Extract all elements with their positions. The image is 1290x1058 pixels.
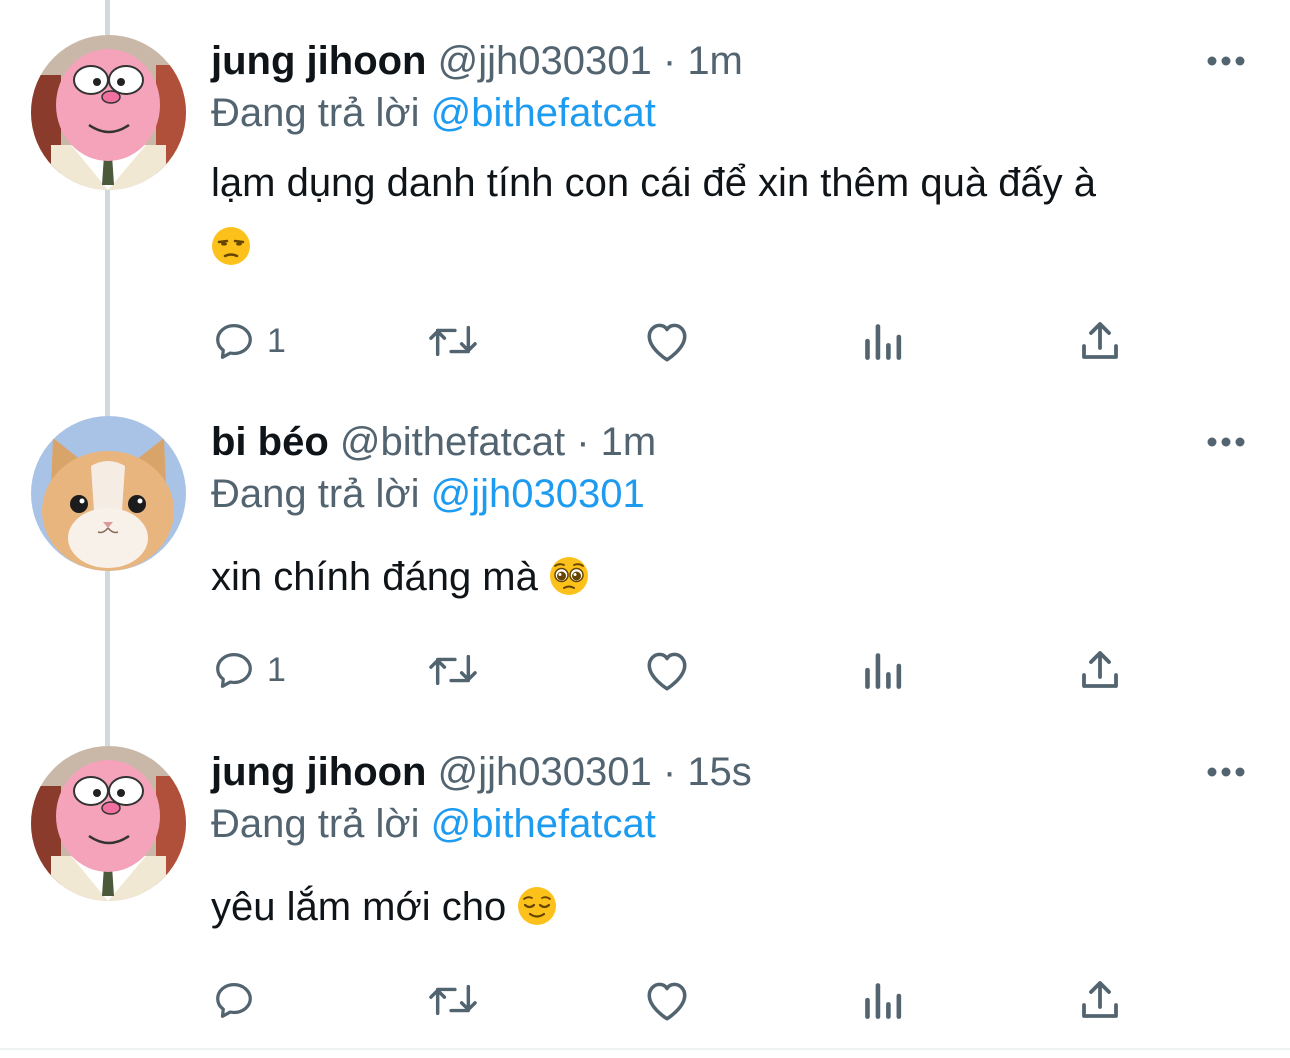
tweet-actions: 1 xyxy=(211,642,1171,698)
retweet-icon xyxy=(429,984,477,1016)
views-button[interactable] xyxy=(863,972,905,1028)
relieved-face-icon xyxy=(517,886,557,926)
reply-button[interactable] xyxy=(211,972,267,1028)
tweet-text-line: yêu lắm mới cho xyxy=(211,885,507,929)
display-name[interactable]: jung jihoon xyxy=(211,750,427,794)
handle[interactable]: @jjh030301 xyxy=(438,39,652,83)
views-icon xyxy=(865,653,902,689)
retweet-button[interactable] xyxy=(425,313,481,369)
like-icon xyxy=(647,652,687,691)
views-icon xyxy=(865,324,902,360)
replying-to-label: Đang trả lời xyxy=(211,802,420,846)
tweet-actions xyxy=(211,972,1171,1028)
tweet-text: lạm dụng danh tính con cái để xin thêm q… xyxy=(211,151,1221,279)
replying-to: Đang trả lời @bithefatcat xyxy=(211,89,656,137)
like-button[interactable] xyxy=(642,972,692,1028)
timestamp[interactable]: 1m xyxy=(601,420,657,464)
reply-button[interactable]: 1 xyxy=(211,313,286,369)
separator: · xyxy=(662,750,677,794)
replying-to: Đang trả lời @bithefatcat xyxy=(211,800,656,848)
tweet-header: bi béo @bithefatcat · 1m xyxy=(211,418,656,466)
share-icon xyxy=(1082,651,1118,688)
views-icon xyxy=(865,983,902,1019)
mention-link[interactable]: @bithefatcat xyxy=(431,91,656,135)
share-button[interactable] xyxy=(1078,642,1122,698)
views-button[interactable] xyxy=(863,313,905,369)
pink-cartoon-avatar-image xyxy=(31,746,186,901)
separator: · xyxy=(576,420,590,464)
replying-to: Đang trả lời @jjh030301 xyxy=(211,470,645,518)
retweet-icon xyxy=(429,654,477,686)
reply-button[interactable]: 1 xyxy=(211,642,286,698)
tweet[interactable]: jung jihoon @jjh030301 · 15s Đang trả lờ… xyxy=(0,730,1290,1050)
tweet-actions: 1 xyxy=(211,313,1171,369)
timestamp[interactable]: 15s xyxy=(687,750,752,794)
avatar[interactable] xyxy=(31,35,186,190)
share-icon xyxy=(1082,322,1118,359)
tweet-text-line-2 xyxy=(211,215,1221,279)
reply-count: 1 xyxy=(267,650,286,689)
separator: · xyxy=(662,39,677,83)
like-button[interactable] xyxy=(642,313,692,369)
views-button[interactable] xyxy=(863,642,905,698)
handle[interactable]: @jjh030301 xyxy=(438,750,652,794)
more-icon[interactable] xyxy=(1204,432,1248,452)
retweet-icon xyxy=(429,325,477,357)
more-icon[interactable] xyxy=(1204,51,1248,71)
display-name[interactable]: jung jihoon xyxy=(211,39,427,83)
tweet-text-line: lạm dụng danh tính con cái để xin thêm q… xyxy=(211,161,1097,205)
handle[interactable]: @bithefatcat xyxy=(340,420,565,464)
reply-icon xyxy=(216,983,252,1018)
mention-link[interactable]: @jjh030301 xyxy=(431,472,645,516)
avatar[interactable] xyxy=(31,746,186,901)
more-icon[interactable] xyxy=(1204,762,1248,782)
tweet-header: jung jihoon @jjh030301 · 15s xyxy=(211,748,752,796)
avatar[interactable] xyxy=(31,416,186,571)
display-name[interactable]: bi béo xyxy=(211,420,329,464)
tweet-text-line: xin chính đáng mà xyxy=(211,555,538,599)
tweet-header: jung jihoon @jjh030301 · 1m xyxy=(211,37,743,85)
share-icon xyxy=(1082,981,1118,1018)
mention-link[interactable]: @bithefatcat xyxy=(431,802,656,846)
retweet-button[interactable] xyxy=(425,972,481,1028)
like-button[interactable] xyxy=(642,642,692,698)
cat-photo-avatar-image xyxy=(31,416,186,571)
reply-icon xyxy=(216,653,252,688)
timestamp[interactable]: 1m xyxy=(687,39,743,83)
unamused-face-icon xyxy=(211,226,251,266)
tweet-text: yêu lắm mới cho xyxy=(211,875,1221,939)
tweet[interactable]: bi béo @bithefatcat · 1m Đang trả lời @j… xyxy=(0,400,1290,730)
retweet-button[interactable] xyxy=(425,642,481,698)
reply-icon xyxy=(216,324,252,359)
replying-to-label: Đang trả lời xyxy=(211,472,420,516)
reply-count: 1 xyxy=(267,321,286,360)
tweet[interactable]: jung jihoon @jjh030301 · 1m Đang trả lời… xyxy=(0,0,1290,400)
pleading-face-icon xyxy=(549,556,589,596)
replying-to-label: Đang trả lời xyxy=(211,91,420,135)
divider xyxy=(0,1048,1290,1050)
like-icon xyxy=(647,982,687,1021)
share-button[interactable] xyxy=(1078,972,1122,1028)
like-icon xyxy=(647,323,687,362)
tweet-text: xin chính đáng mà xyxy=(211,545,1221,609)
pink-cartoon-avatar-image xyxy=(31,35,186,190)
share-button[interactable] xyxy=(1078,313,1122,369)
